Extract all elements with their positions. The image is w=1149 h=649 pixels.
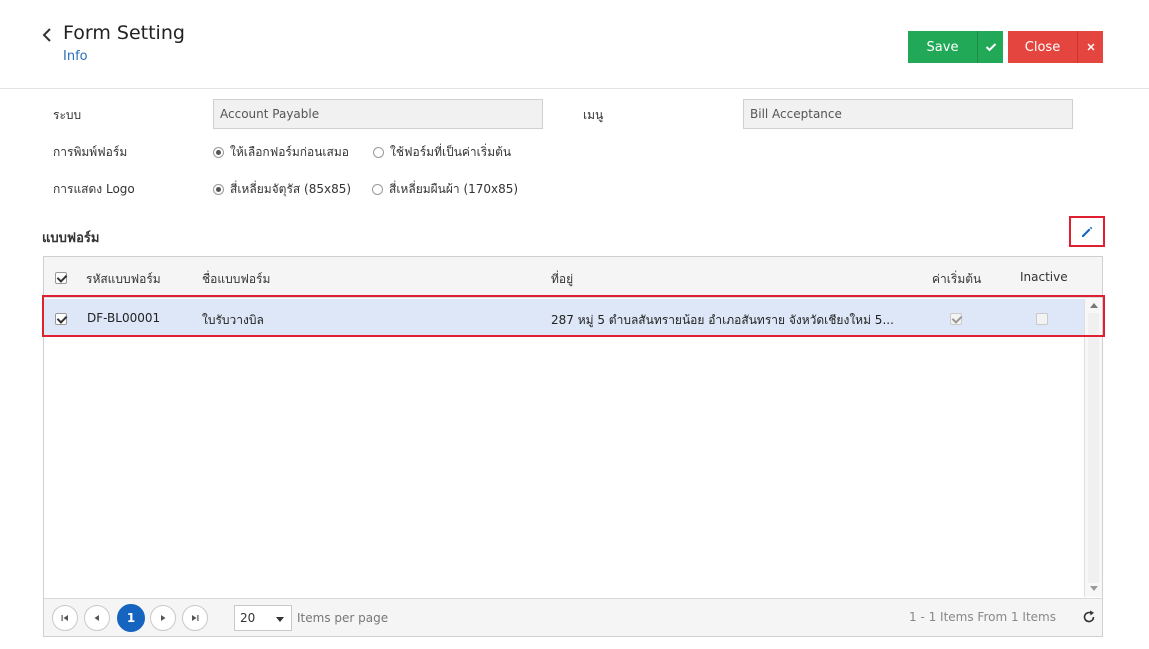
check-icon	[985, 43, 996, 52]
edit-button[interactable]	[1069, 216, 1105, 247]
close-x-button[interactable]	[1077, 31, 1103, 63]
radio-label: สี่เหลี่ยมผืนผ้า (170x85)	[389, 182, 519, 196]
radio-icon	[372, 184, 383, 195]
row-address: 287 หมู่ 5 ตำบลสันทรายน้อย อำเภอสันทราย …	[551, 313, 894, 327]
radio-icon	[213, 184, 224, 195]
radio-icon	[373, 147, 384, 158]
logo-display-label: การแสดง Logo	[53, 182, 135, 196]
scrollbar-thumb[interactable]	[1088, 313, 1099, 583]
close-button[interactable]: Close	[1008, 31, 1077, 63]
items-per-page-label: Items per page	[297, 611, 389, 625]
logo-option-square[interactable]: สี่เหลี่ยมจัตุรัส (85x85)	[213, 180, 351, 199]
system-label: ระบบ	[53, 108, 82, 122]
row-checkbox[interactable]	[55, 313, 67, 325]
row-name: ใบรับวางบิล	[202, 313, 264, 327]
column-header-address[interactable]: ที่อยู่	[551, 270, 573, 289]
page-size-select[interactable]: 20	[234, 605, 292, 631]
section-title: แบบฟอร์ม	[42, 231, 100, 246]
radio-label: ให้เลือกฟอร์มก่อนเสมอ	[230, 145, 349, 159]
logo-option-rectangle[interactable]: สี่เหลี่ยมผืนผ้า (170x85)	[372, 180, 518, 199]
radio-icon	[213, 147, 224, 158]
close-button-group: Close	[1008, 31, 1103, 63]
page-1-button[interactable]: 1	[117, 604, 145, 632]
page-subtitle: Info	[63, 49, 88, 64]
page-size-value: 20	[240, 611, 256, 625]
system-field[interactable]: Account Payable	[213, 99, 543, 129]
prev-page-icon	[94, 615, 99, 621]
close-icon	[1087, 43, 1094, 51]
save-dropdown-button[interactable]	[977, 31, 1003, 63]
page-header: Form Setting Info Save Close	[0, 0, 1149, 89]
column-header-code[interactable]: รหัสแบบฟอร์ม	[86, 270, 161, 289]
form-grid: รหัสแบบฟอร์ม ชื่อแบบฟอร์ม ที่อยู่ ค่าเริ…	[43, 256, 1103, 637]
menu-field[interactable]: Bill Acceptance	[743, 99, 1073, 129]
row-default-checkbox	[950, 313, 962, 325]
last-page-button[interactable]	[182, 605, 208, 631]
prev-page-button[interactable]	[84, 605, 110, 631]
page-title: Form Setting	[63, 22, 185, 44]
pencil-icon	[1082, 226, 1093, 237]
save-button[interactable]: Save	[908, 31, 977, 63]
chevron-down-icon	[276, 617, 284, 622]
column-header-inactive[interactable]: Inactive	[1020, 270, 1068, 284]
row-code: DF-BL00001	[87, 311, 161, 325]
select-all-checkbox[interactable]	[55, 272, 67, 284]
grid-scrollbar[interactable]	[1084, 299, 1102, 597]
column-header-default[interactable]: ค่าเริ่มต้น	[932, 270, 981, 289]
radio-label: ใช้ฟอร์มที่เป็นค่าเริ่มต้น	[390, 145, 512, 159]
save-button-group: Save	[908, 31, 1003, 63]
menu-label: เมนู	[583, 108, 604, 122]
grid-header: รหัสแบบฟอร์ม ชื่อแบบฟอร์ม ที่อยู่ ค่าเริ…	[44, 257, 1102, 298]
print-option-always-choose[interactable]: ให้เลือกฟอร์มก่อนเสมอ	[213, 143, 349, 162]
chevron-left-icon[interactable]	[40, 26, 54, 44]
row-inactive-checkbox	[1036, 313, 1048, 325]
scroll-up-arrow-icon[interactable]	[1090, 303, 1098, 308]
radio-label: สี่เหลี่ยมจัตุรัส (85x85)	[230, 182, 352, 196]
first-page-icon	[61, 615, 68, 621]
last-page-icon	[192, 615, 199, 621]
grid-pager: 1 20 Items per page 1 - 1 Items From 1 I…	[44, 598, 1102, 636]
pager-info: 1 - 1 Items From 1 Items	[909, 610, 1056, 624]
column-header-name[interactable]: ชื่อแบบฟอร์ม	[202, 270, 270, 289]
scroll-down-arrow-icon[interactable]	[1090, 586, 1098, 591]
table-row[interactable]: DF-BL00001 ใบรับวางบิล 287 หมู่ 5 ตำบลสั…	[44, 299, 1084, 337]
first-page-button[interactable]	[52, 605, 78, 631]
next-page-button[interactable]	[150, 605, 176, 631]
print-form-label: การพิมพ์ฟอร์ม	[53, 145, 128, 159]
next-page-icon	[161, 615, 166, 621]
refresh-icon[interactable]	[1081, 609, 1097, 625]
print-option-default-form[interactable]: ใช้ฟอร์มที่เป็นค่าเริ่มต้น	[373, 143, 511, 162]
